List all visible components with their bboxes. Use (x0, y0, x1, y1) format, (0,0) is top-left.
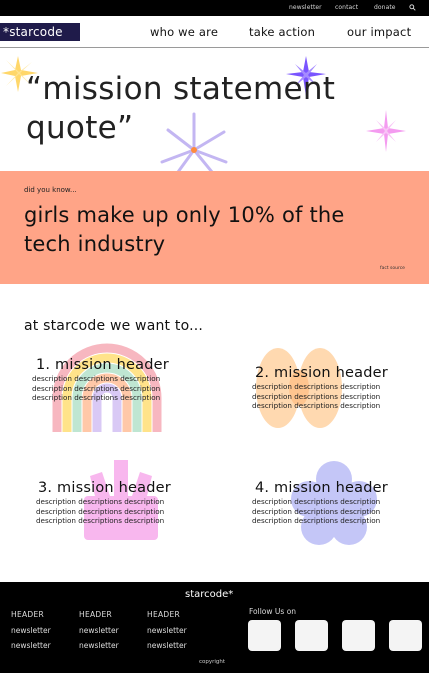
contact-link[interactable]: contact (335, 4, 358, 11)
footer-col-2-heading: HEADER (79, 610, 113, 619)
mission-desc-2: description descriptions description des… (252, 382, 381, 411)
mission-header-3: 3. mission header (38, 480, 171, 496)
fact-source[interactable]: fact source (380, 266, 405, 271)
mission-card-4: 4. mission header description descriptio… (214, 456, 429, 556)
starcode-logo[interactable]: *starcode (0, 23, 80, 41)
newsletter-link[interactable]: newsletter (289, 4, 322, 11)
footer-col-3-heading: HEADER (147, 610, 181, 619)
footer-brand[interactable]: starcode* (185, 589, 233, 600)
mission-header-4: 4. mission header (255, 480, 388, 496)
fact-statement: girls make up only 10% of the tech indus… (24, 203, 345, 256)
footer: starcode* HEADER newsletter newsletter H… (0, 582, 429, 673)
hero-section: “mission statement quote” (0, 48, 429, 171)
mission-card-3: 3. mission header description descriptio… (0, 456, 214, 556)
mission-header-2: 2. mission header (255, 365, 388, 381)
social-icon-1[interactable] (248, 620, 281, 651)
social-icon-4[interactable] (389, 620, 422, 651)
top-utility-bar: newsletter contact donate (0, 0, 429, 16)
footer-col-3-link-1[interactable]: newsletter (147, 626, 187, 635)
mission-desc-1: description descriptions description des… (32, 374, 161, 403)
mission-card-2: 2. mission header description descriptio… (214, 340, 429, 440)
follow-us-label: Follow Us on (249, 607, 297, 616)
social-icon-2[interactable] (295, 620, 328, 651)
donate-link[interactable]: donate (374, 4, 396, 11)
mission-desc-4: description descriptions description des… (252, 497, 381, 526)
footer-col-1-link-1[interactable]: newsletter (11, 626, 51, 635)
footer-col-2-link-1[interactable]: newsletter (79, 626, 119, 635)
mission-card-1: 1. mission header description descriptio… (0, 340, 214, 440)
footer-col-2-link-2[interactable]: newsletter (79, 641, 119, 650)
main-nav: *starcode who we are take action our imp… (0, 16, 429, 48)
mission-statement-quote: “mission statement quote” (26, 71, 336, 146)
copyright-text: copyright (199, 659, 226, 665)
footer-col-3-link-2[interactable]: newsletter (147, 641, 187, 650)
nav-take-action[interactable]: take action (249, 25, 315, 39)
fact-kicker: did you know... (24, 186, 77, 194)
search-icon[interactable] (409, 4, 416, 11)
nav-who-we-are[interactable]: who we are (150, 25, 218, 39)
footer-col-1-heading: HEADER (11, 610, 45, 619)
footer-col-1-link-2[interactable]: newsletter (11, 641, 51, 650)
mission-desc-3: description descriptions description des… (36, 497, 165, 526)
mission-header-1: 1. mission header (36, 357, 169, 373)
mission-section-title: at starcode we want to... (24, 318, 204, 334)
fact-band: did you know... girls make up only 10% o… (0, 171, 429, 284)
nav-our-impact[interactable]: our impact (347, 25, 411, 39)
social-icon-3[interactable] (342, 620, 375, 651)
